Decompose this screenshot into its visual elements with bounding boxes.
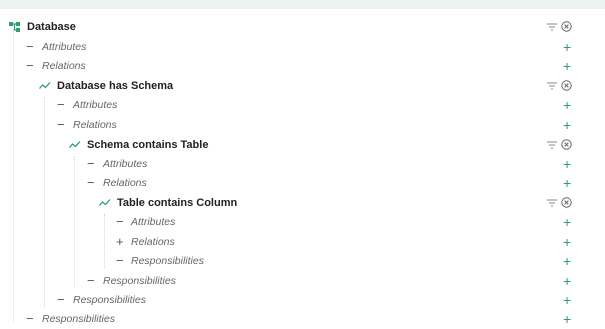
add-button[interactable]: +: [563, 95, 571, 115]
tree-item-database-attributes[interactable]: − Attributes +: [0, 37, 605, 57]
add-button[interactable]: +: [563, 115, 571, 135]
add-button[interactable]: +: [563, 251, 571, 271]
filter-icon[interactable]: [547, 140, 557, 150]
entity-icon: [9, 22, 20, 32]
tree-item-schema-responsibilities[interactable]: − Responsibilities +: [0, 290, 605, 310]
tree-node-schema-contains-table[interactable]: Schema contains Table: [0, 135, 605, 155]
collapse-toggle[interactable]: −: [57, 290, 65, 310]
tree-item-column-responsibilities[interactable]: − Responsibilities +: [0, 251, 605, 271]
add-button[interactable]: +: [563, 212, 571, 232]
collapse-toggle[interactable]: −: [87, 173, 95, 193]
filter-icon[interactable]: [547, 198, 557, 208]
collapse-toggle[interactable]: −: [26, 56, 34, 76]
add-button[interactable]: +: [563, 173, 571, 193]
collapse-toggle[interactable]: −: [87, 154, 95, 174]
collapse-toggle[interactable]: −: [87, 271, 95, 291]
remove-icon[interactable]: [561, 139, 572, 150]
tree-item-database-relations[interactable]: − Relations +: [0, 56, 605, 76]
collapse-toggle[interactable]: −: [57, 115, 65, 135]
section-label: Relations: [103, 177, 147, 189]
entity-tree: Database − Attributes + − Relations + Da…: [0, 9, 605, 327]
add-button[interactable]: +: [563, 154, 571, 174]
collapse-toggle[interactable]: −: [26, 309, 34, 329]
add-button[interactable]: +: [563, 309, 571, 329]
add-button[interactable]: +: [563, 56, 571, 76]
section-label: Relations: [42, 60, 86, 72]
tree-item-table-attributes[interactable]: − Attributes +: [0, 154, 605, 174]
filter-icon[interactable]: [547, 81, 557, 91]
top-bar: [0, 0, 605, 9]
section-label: Attributes: [73, 99, 118, 111]
tree-node-table-contains-column[interactable]: Table contains Column: [0, 193, 605, 213]
node-title: Database: [27, 21, 76, 33]
node-title: Database has Schema: [57, 80, 174, 92]
tree-item-column-relations[interactable]: + Relations +: [0, 232, 605, 252]
section-label: Responsibilities: [42, 313, 115, 325]
section-label: Attributes: [42, 41, 87, 53]
section-label: Responsibilities: [131, 255, 204, 267]
expand-toggle[interactable]: +: [116, 232, 124, 252]
collapse-toggle[interactable]: −: [57, 95, 65, 115]
tree-item-table-responsibilities[interactable]: − Responsibilities +: [0, 271, 605, 291]
section-label: Responsibilities: [73, 294, 146, 306]
tree-node-database[interactable]: Database: [0, 17, 605, 37]
collapse-toggle[interactable]: −: [116, 251, 124, 271]
node-title: Schema contains Table: [87, 139, 209, 151]
add-button[interactable]: +: [563, 37, 571, 57]
node-title: Table contains Column: [117, 197, 238, 209]
relation-icon: [39, 82, 51, 89]
add-button[interactable]: +: [563, 290, 571, 310]
tree-item-schema-relations[interactable]: − Relations +: [0, 115, 605, 135]
remove-icon[interactable]: [561, 21, 572, 32]
remove-icon[interactable]: [561, 80, 572, 91]
collapse-toggle[interactable]: −: [116, 212, 124, 232]
section-label: Attributes: [103, 158, 148, 170]
section-label: Responsibilities: [103, 275, 176, 287]
relation-icon: [69, 141, 81, 148]
tree-item-table-relations[interactable]: − Relations +: [0, 173, 605, 193]
tree-node-database-has-schema[interactable]: Database has Schema: [0, 76, 605, 96]
tree-item-column-attributes[interactable]: − Attributes +: [0, 212, 605, 232]
collapse-toggle[interactable]: −: [26, 37, 34, 57]
remove-icon[interactable]: [561, 197, 572, 208]
section-label: Relations: [131, 236, 175, 248]
section-label: Attributes: [131, 216, 176, 228]
add-button[interactable]: +: [563, 271, 571, 291]
tree-item-database-responsibilities[interactable]: − Responsibilities +: [0, 309, 605, 329]
tree-item-schema-attributes[interactable]: − Attributes +: [0, 95, 605, 115]
filter-icon[interactable]: [547, 22, 557, 32]
section-label: Relations: [73, 119, 117, 131]
relation-icon: [99, 199, 111, 206]
add-button[interactable]: +: [563, 232, 571, 252]
